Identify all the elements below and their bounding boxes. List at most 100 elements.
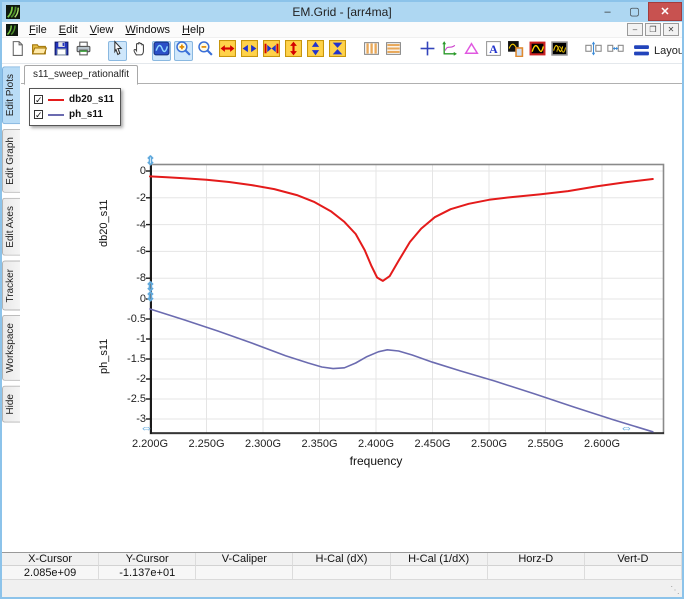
sidebar-tab-edit-graph[interactable]: Edit Graph [2, 129, 20, 193]
sidebar-tab-workspace[interactable]: Workspace [2, 315, 20, 381]
menu-item-help[interactable]: Help [176, 24, 211, 36]
new-file-icon [9, 40, 26, 62]
save-file-icon [53, 40, 70, 62]
caliper-button[interactable] [462, 41, 481, 61]
y-arrows-icon [307, 40, 324, 62]
pointer-button[interactable] [108, 41, 127, 61]
graph-multi-button[interactable] [550, 41, 569, 61]
add-graph-button[interactable] [506, 41, 525, 61]
crosshair-button[interactable] [418, 41, 437, 61]
ph-tick-label: -0.5 [118, 313, 146, 325]
open-file-button[interactable] [30, 41, 49, 61]
x-fit-button[interactable] [262, 41, 281, 61]
x-fit-icon [263, 40, 280, 62]
legend-label: db20_s11 [69, 94, 114, 105]
legend-checkbox[interactable]: ✓ [34, 95, 43, 104]
y-arrows-button[interactable] [306, 41, 325, 61]
plot-view-button[interactable] [152, 41, 171, 61]
graph-single-icon [529, 40, 546, 62]
sidebar-tab-edit-axes[interactable]: Edit Axes [2, 198, 20, 256]
graph-multi-icon [551, 40, 568, 62]
save-file-button[interactable] [52, 41, 71, 61]
status-value-horz-d [488, 566, 585, 579]
ph-tick-label: -2.5 [118, 393, 146, 405]
new-file-button[interactable] [8, 41, 27, 61]
zoom-in-button[interactable] [174, 41, 193, 61]
app-window: EM.Grid - [arr4ma] – ▢ ✕ FileEditViewWin… [0, 0, 684, 599]
tracker-button[interactable] [440, 41, 459, 61]
status-value-v-caliper [196, 566, 293, 579]
caliper-icon [463, 40, 480, 62]
status-value-y-cursor: -1.137e+01 [99, 566, 196, 579]
title-bar: EM.Grid - [arr4ma] – ▢ ✕ [2, 2, 682, 22]
legend-line-swatch [48, 114, 64, 116]
legend-label: ph_s11 [69, 109, 103, 120]
y-expand-icon [285, 40, 302, 62]
axis-handle-icon[interactable]: ⇕ [145, 154, 156, 167]
zoom-in-icon [175, 40, 192, 62]
plot-canvas[interactable] [144, 162, 672, 440]
x-tick-label: 2.500G [463, 438, 515, 450]
sidebar-tab-edit-plots[interactable]: Edit Plots [2, 66, 20, 124]
axis-handle-icon[interactable]: ⇕ [145, 290, 156, 303]
graph-single-button[interactable] [528, 41, 547, 61]
sidebar-tab-tracker[interactable]: Tracker [2, 261, 20, 311]
resize-grip-icon[interactable]: ⋱ [670, 585, 680, 596]
menu-item-edit[interactable]: Edit [53, 24, 84, 36]
x-arrows-icon [241, 40, 258, 62]
status-value-h-cal-dx [293, 566, 390, 579]
align-vertical-icon [585, 40, 602, 62]
mdi-restore-button[interactable]: ❐ [645, 23, 661, 36]
status-header-h-cal-1-dx: H-Cal (1/dX) [391, 553, 488, 566]
layout-dropdown-button[interactable]: Layout▾ [628, 41, 684, 61]
x-arrows-button[interactable] [240, 41, 259, 61]
zoom-out-button[interactable] [196, 41, 215, 61]
menu-item-file[interactable]: File [23, 24, 53, 36]
y-expand-button[interactable] [284, 41, 303, 61]
document-tab-strip: s11_sweep_rationalfit [21, 64, 682, 84]
db20-axis-label: db20_s11 [98, 168, 114, 278]
toolbar: A Layout▾ [2, 38, 682, 64]
plot-area[interactable]: db20_s11 ph_s11 frequency 0-2-4-6-80-0.5… [150, 164, 664, 434]
legend-line-swatch [48, 99, 64, 101]
x-expand-button[interactable] [218, 41, 237, 61]
legend-entry-ph-s11: ✓ ph_s11 [34, 107, 114, 122]
x-tick-label: 2.400G [350, 438, 402, 450]
pan-button[interactable] [130, 41, 149, 61]
vertical-stripes-button[interactable] [362, 41, 381, 61]
sidebar-tab-strip: Edit Plots Edit Graph Edit Axes Tracker Work… [2, 64, 21, 552]
horizontal-stripes-button[interactable] [384, 41, 403, 61]
status-value-vert-d [585, 566, 682, 579]
open-file-icon [31, 40, 48, 62]
status-header-h-cal-dx: H-Cal (dX) [293, 553, 390, 566]
ph-tick-label: -2 [118, 373, 146, 385]
add-graph-icon [507, 40, 524, 62]
axis-handle-icon[interactable]: ⇔ [140, 421, 153, 434]
axis-handle-icon[interactable]: ⇔ [620, 421, 633, 434]
db20-tick-label: -6 [118, 245, 146, 257]
mdi-minimize-button[interactable]: – [627, 23, 643, 36]
x-tick-label: 2.250G [181, 438, 233, 450]
sidebar-tab-hide[interactable]: Hide [2, 386, 20, 423]
plot-page: s11_sweep_rationalfit ✓ db20_s11 ✓ ph_s11 d… [21, 64, 682, 552]
y-fit-button[interactable] [328, 41, 347, 61]
menu-item-windows[interactable]: Windows [119, 24, 176, 36]
print-button[interactable] [74, 41, 93, 61]
ph-tick-label: 0 [118, 293, 146, 305]
document-tab[interactable]: s11_sweep_rationalfit [24, 65, 138, 85]
text-annotation-button[interactable]: A [484, 41, 503, 61]
ph-tick-label: -1.5 [118, 353, 146, 365]
align-horizontal-button[interactable] [606, 41, 625, 61]
db20-tick-label: -8 [118, 272, 146, 284]
x-tick-label: 2.550G [520, 438, 572, 450]
status-header-horz-d: Horz-D [488, 553, 585, 566]
align-vertical-button[interactable] [584, 41, 603, 61]
maximize-button[interactable]: ▢ [621, 2, 648, 21]
menu-item-view[interactable]: View [84, 24, 120, 36]
tracker-icon [441, 40, 458, 62]
mdi-close-button[interactable]: ✕ [663, 23, 679, 36]
window-title: EM.Grid - [arr4ma] [2, 5, 682, 19]
minimize-button[interactable]: – [594, 2, 621, 21]
legend-checkbox[interactable]: ✓ [34, 110, 43, 119]
close-button[interactable]: ✕ [648, 2, 682, 21]
